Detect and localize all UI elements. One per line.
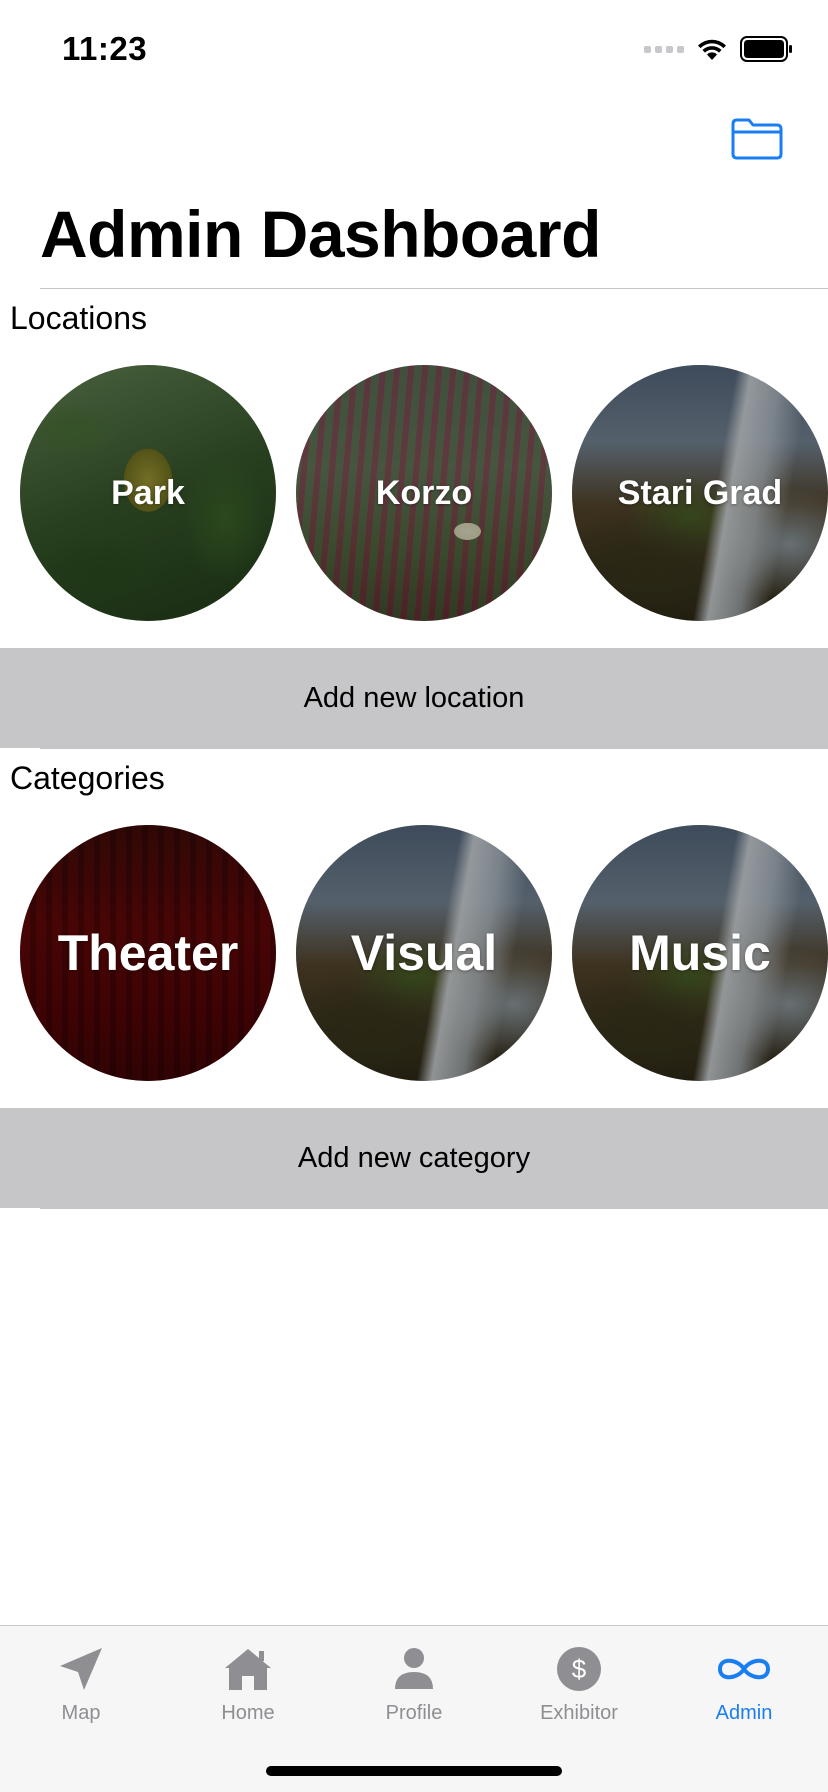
category-item-theater[interactable]: Theater	[20, 825, 276, 1081]
infinity-icon	[717, 1658, 771, 1680]
location-label: Stari Grad	[617, 473, 783, 512]
cellular-signal-icon	[644, 45, 684, 53]
add-category-button[interactable]: Add new category	[0, 1108, 828, 1208]
page-title: Admin Dashboard	[40, 197, 601, 271]
person-icon	[395, 1648, 433, 1689]
category-label: Music	[629, 925, 771, 981]
tab-label: Exhibitor	[540, 1702, 618, 1724]
battery-icon	[740, 36, 792, 62]
status-icons	[644, 36, 794, 62]
location-label: Korzo	[375, 473, 473, 512]
locations-carousel[interactable]: Park Korzo Stari Grad	[0, 365, 828, 623]
section-divider	[40, 748, 828, 749]
tab-label: Admin	[715, 1702, 773, 1724]
add-location-button[interactable]: Add new location	[0, 648, 828, 748]
wifi-icon	[698, 39, 726, 60]
tab-exhibitor[interactable]: $ Exhibitor	[509, 1644, 649, 1725]
tab-profile[interactable]: Profile	[344, 1644, 484, 1725]
status-bar: 11:23	[0, 0, 828, 100]
home-indicator	[266, 1766, 562, 1776]
location-item-stari-grad[interactable]: Stari Grad	[572, 365, 828, 621]
house-icon	[225, 1649, 271, 1690]
location-label: Park	[111, 473, 185, 512]
tab-label: Map	[61, 1702, 101, 1724]
tab-label: Home	[221, 1702, 275, 1724]
categories-heading: Categories	[10, 760, 165, 796]
category-item-music[interactable]: Music	[572, 825, 828, 1081]
tab-label: Profile	[385, 1702, 443, 1724]
category-label: Theater	[57, 925, 239, 981]
folder-button[interactable]	[730, 116, 784, 162]
dollar-circle-icon: $	[557, 1647, 601, 1691]
tab-home[interactable]: Home	[178, 1644, 318, 1725]
section-divider	[40, 1208, 828, 1209]
tab-admin[interactable]: Admin	[674, 1644, 814, 1725]
title-divider	[40, 288, 828, 289]
paper-plane-icon	[60, 1648, 102, 1690]
status-time: 11:23	[62, 30, 148, 67]
location-item-korzo[interactable]: Korzo	[296, 365, 552, 621]
tab-map[interactable]: Map	[11, 1644, 151, 1725]
svg-text:$: $	[572, 1654, 587, 1684]
folder-icon	[731, 118, 783, 160]
category-item-visual[interactable]: Visual	[296, 825, 552, 1081]
category-label: Visual	[350, 925, 498, 981]
locations-heading: Locations	[10, 300, 147, 336]
categories-carousel[interactable]: Theater Visual Music	[0, 825, 828, 1083]
location-item-park[interactable]: Park	[20, 365, 276, 621]
